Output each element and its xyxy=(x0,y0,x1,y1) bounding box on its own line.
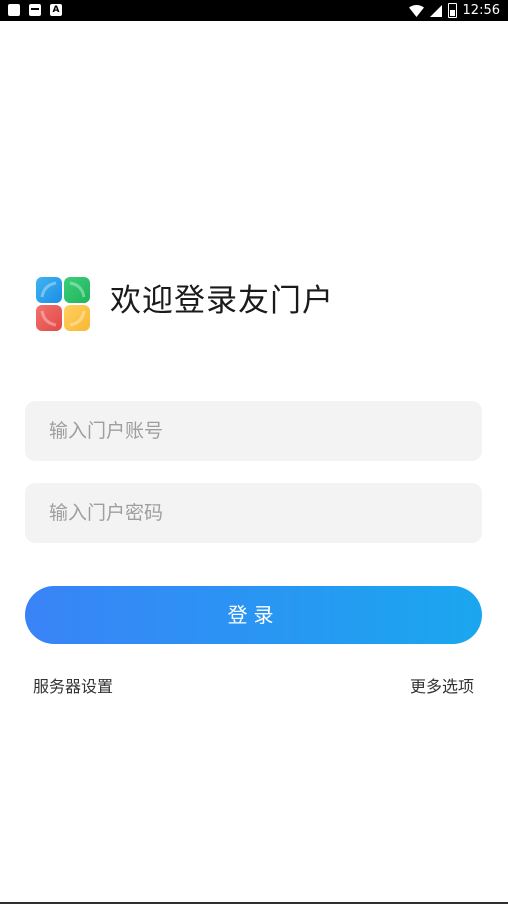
sim-icon xyxy=(29,4,41,16)
login-button[interactable]: 登录 xyxy=(25,586,482,644)
battery-icon xyxy=(447,3,457,18)
password-input[interactable] xyxy=(25,483,482,543)
account-input[interactable] xyxy=(25,401,482,461)
status-right-icons: 12:56 xyxy=(408,2,500,19)
app-logo-icon xyxy=(36,277,90,331)
status-left-icons: A xyxy=(8,4,62,16)
wifi-icon xyxy=(408,4,424,17)
more-options-link[interactable]: 更多选项 xyxy=(410,676,474,698)
notification-icon xyxy=(8,4,20,16)
status-bar: A 12:56 xyxy=(0,0,508,21)
a-icon: A xyxy=(50,4,62,16)
signal-icon xyxy=(429,4,442,17)
status-time: 12:56 xyxy=(462,3,500,18)
server-settings-link[interactable]: 服务器设置 xyxy=(33,676,113,698)
page-title: 欢迎登录友门户 xyxy=(110,283,334,319)
